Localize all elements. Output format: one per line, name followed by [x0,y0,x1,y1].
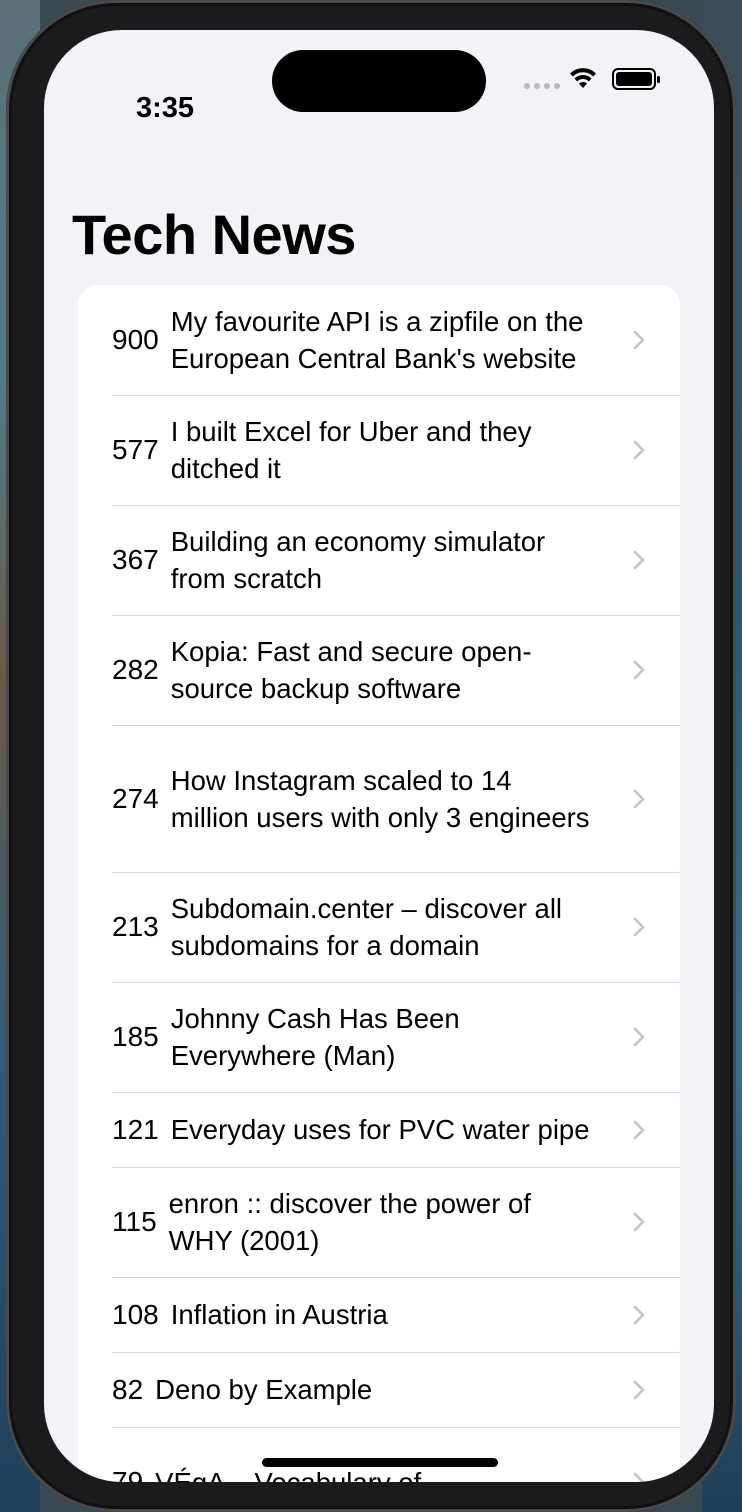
list-item[interactable]: 577 I built Excel for Uber and they ditch… [78,395,680,505]
item-title: How Instagram scaled to 14 million users… [170,764,590,833]
item-title: enron :: discover the power of WHY (2001… [168,1188,531,1256]
status-time: 3:35 [136,92,195,124]
cellular-signal-icon [524,83,560,89]
page-title: Tech News [72,203,356,266]
item-score: 115 [112,1206,157,1237]
phone-frame: 3:35 Tech News 900 My favourite API is a … [6,0,736,1512]
chevron-right-icon [633,440,645,460]
list-item[interactable]: 185 Johnny Cash Has Been Everywhere (Man) [78,982,680,1092]
item-title: Johnny Cash Has Been Everywhere (Man) [170,1003,460,1071]
list-item[interactable]: 121 Everyday uses for PVC water pipe [78,1092,680,1167]
item-title: Building an economy simulator from scrat… [170,526,546,594]
chevron-right-icon [633,789,645,808]
news-list: 900 My favourite API is a zipfile on the … [78,285,680,1482]
item-title: I built Excel for Uber and they ditched … [170,416,532,484]
list-item[interactable]: 900 My favourite API is a zipfile on the … [78,285,680,395]
item-title: Inflation in Austria [170,1299,388,1330]
list-item[interactable]: 367 Building an economy simulator from sc… [78,505,680,615]
list-item[interactable]: 115 enron :: discover the power of WHY (2… [78,1167,680,1277]
battery-icon [612,68,660,90]
chevron-right-icon [633,550,645,570]
wifi-icon [570,68,596,88]
chevron-right-icon [633,660,645,680]
chevron-right-icon [633,1472,645,1482]
item-score: 82 [112,1373,144,1405]
chevron-right-icon [633,917,645,937]
item-title: Subdomain.center – discover all subdomai… [170,893,563,961]
chevron-right-icon [633,1380,645,1399]
item-score: 121 [112,1113,159,1145]
item-score: 282 [112,654,159,685]
item-title: My favourite API is a zipfile on the Eur… [170,306,584,374]
item-score: 213 [112,911,159,942]
item-score: 367 [112,544,159,575]
chevron-right-icon [633,1120,645,1139]
item-score: 274 [112,782,159,814]
list-item[interactable]: 82 Deno by Example [78,1352,680,1427]
item-score: 900 [112,324,159,355]
list-item[interactable]: 274 How Instagram scaled to 14 million us… [78,725,680,872]
list-item[interactable]: 79 VÉgA – Vocabulary of [78,1427,680,1482]
item-title: Kopia: Fast and secure open-source backu… [170,636,532,704]
dynamic-island [272,50,486,112]
app-screen: 3:35 Tech News 900 My favourite API is a … [44,30,714,1482]
chevron-right-icon [633,1212,645,1232]
home-indicator[interactable] [262,1458,498,1467]
chevron-right-icon [633,1305,645,1324]
chevron-right-icon [633,330,645,350]
item-score: 185 [112,1021,159,1052]
chevron-right-icon [633,1027,645,1047]
list-item[interactable]: 213 Subdomain.center – discover all subdo… [78,872,680,982]
item-score: 108 [112,1298,159,1330]
list-item[interactable]: 282 Kopia: Fast and secure open-source ba… [78,615,680,725]
item-score: 79 [112,1466,144,1482]
list-item[interactable]: 108 Inflation in Austria [78,1277,680,1352]
item-score: 577 [112,434,159,465]
item-title: Everyday uses for PVC water pipe [170,1114,590,1145]
item-title: Deno by Example [155,1374,373,1405]
